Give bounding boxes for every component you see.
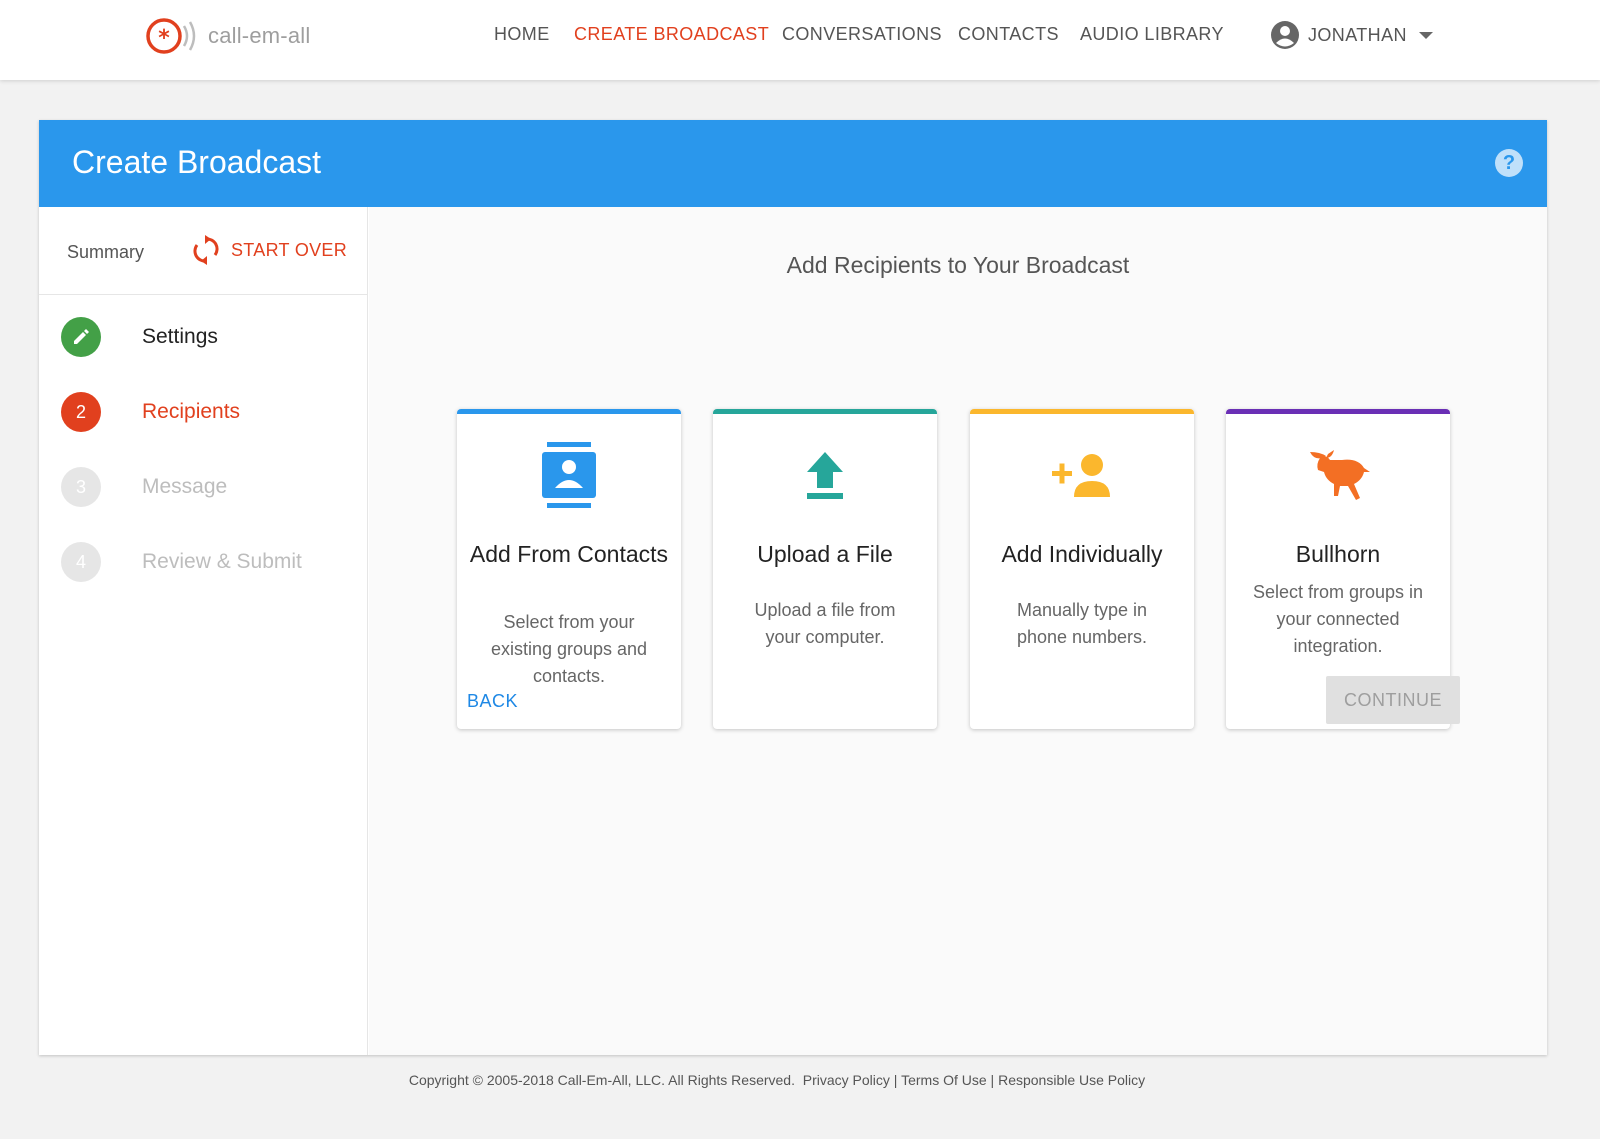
nav-contacts[interactable]: CONTACTS [958,24,1059,45]
card-title: Add From Contacts [469,541,669,567]
person-add-icon [1052,454,1110,497]
summary-link[interactable]: Summary [67,242,144,263]
card-description: Select from your existing groups and con… [490,612,648,686]
continue-button[interactable]: CONTINUE [1326,676,1460,724]
step-label: Recipients [142,400,241,423]
svg-text:*: * [158,26,170,51]
bull-icon [1310,450,1370,500]
sidebar-summary-row: Summary START OVER [39,207,367,295]
step-label: Review & Submit [142,550,302,573]
responsible-use-policy-link[interactable]: Responsible Use Policy [998,1072,1145,1088]
section-title: Add Recipients to Your Broadcast [786,252,1130,278]
nav-create-broadcast[interactable]: CREATE BROADCAST [574,24,769,45]
steps-sidebar: Summary START OVER Settings 2 Recipients… [39,207,368,1055]
brand-logo[interactable]: * call-em-all [144,14,310,58]
step-message[interactable]: 3 Message [61,467,227,507]
brand-name: call-em-all [208,23,311,48]
nav-home[interactable]: HOME [494,24,550,45]
panel-header: Create Broadcast ? [39,120,1547,207]
card-accent-bar [457,409,681,414]
user-menu[interactable]: JONATHAN [1270,20,1433,50]
step-settings[interactable]: Settings [61,317,218,357]
step-number: 2 [61,392,101,432]
create-broadcast-panel: Create Broadcast ? Summary START OVER Se… [39,120,1547,1055]
step-recipients[interactable]: 2 Recipients [61,392,240,432]
card-add-from-contacts[interactable]: Add From Contacts Select from your exist… [457,409,681,729]
call-em-all-logo-icon: * [146,18,196,54]
card-add-individually[interactable]: Add Individually Manually type in phone … [970,409,1194,729]
start-over-label: START OVER [231,239,348,260]
step-number: 3 [61,467,101,507]
privacy-policy-link[interactable]: Privacy Policy [803,1072,890,1088]
card-title: Upload a File [757,541,893,567]
copyright-text: Copyright © 2005-2018 Call-Em-All, LLC. … [408,1072,795,1088]
start-over-button[interactable]: START OVER [193,235,347,265]
user-name: JONATHAN [1308,24,1407,45]
account-circle-icon [1271,21,1299,49]
step-number: 4 [61,542,101,582]
step-label: Message [142,475,228,498]
footer: Copyright © 2005-2018 Call-Em-All, LLC. … [408,1072,1146,1088]
help-icon[interactable]: ? [1495,149,1523,177]
contacts-icon [542,442,596,508]
recipients-content: Add Recipients to Your Broadcast Add Fro… [369,207,1547,1055]
step-complete-indicator [61,317,101,357]
card-description: Manually type in phone numbers. [1016,600,1148,647]
card-description: Upload a file from your computer. [754,600,896,647]
card-description: Select from groups in your connected int… [1252,582,1424,656]
card-accent-bar [1226,409,1450,414]
nav-conversations[interactable]: CONVERSATIONS [782,24,942,45]
step-label: Settings [142,325,218,348]
terms-of-use-link[interactable]: Terms Of Use [901,1072,987,1088]
upload-icon [807,452,843,499]
card-accent-bar [713,409,937,414]
card-title: Add Individually [1001,541,1163,567]
card-accent-bar [970,409,1194,414]
nav-audio-library[interactable]: AUDIO LIBRARY [1080,24,1224,45]
top-navbar: * call-em-all HOME CREATE BROADCAST CONV… [0,0,1600,80]
back-button[interactable]: BACK [467,691,518,712]
pencil-icon [74,329,89,344]
step-review-submit[interactable]: 4 Review & Submit [61,542,302,582]
refresh-icon [193,235,219,265]
page-title: Create Broadcast [72,144,322,180]
chevron-down-icon [1418,31,1433,39]
card-upload-file[interactable]: Upload a File Upload a file from your co… [713,409,937,729]
card-title: Bullhorn [1295,541,1381,567]
